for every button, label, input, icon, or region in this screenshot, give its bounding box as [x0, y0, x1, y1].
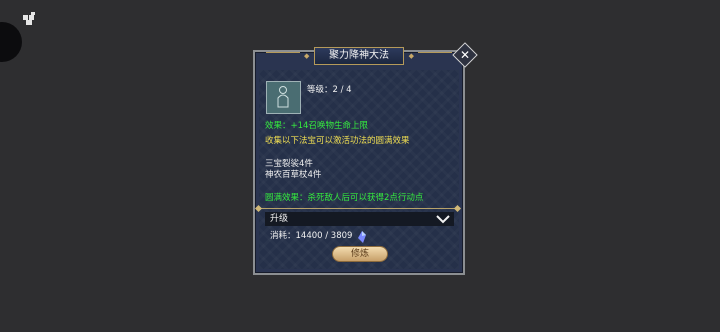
panel-title: 聚力降神大法 — [329, 50, 389, 61]
treasure-item: 神农百草杖4件 — [265, 170, 322, 180]
divider — [258, 208, 458, 209]
title-banner: ◆ ◆ 聚力降神大法 — [266, 47, 452, 65]
title-rule-left — [266, 52, 300, 53]
chevron-down-icon[interactable] — [436, 213, 450, 225]
gem-icon — [358, 231, 366, 243]
treasure-item: 三宝裂裟4件 — [265, 159, 313, 169]
train-button-label: 修炼 — [350, 249, 369, 259]
title-rule-right — [418, 52, 452, 53]
skill-avatar — [266, 81, 301, 114]
collect-text: 收集以下法宝可以激活功法的圆满效果 — [265, 136, 410, 146]
puzzle-icon[interactable] — [22, 12, 36, 26]
side-tab[interactable] — [0, 22, 22, 62]
cost-text: 消耗：14400 / 3809 — [270, 231, 353, 241]
close-icon[interactable]: ✕ — [456, 46, 474, 64]
train-button[interactable]: 修炼 — [332, 246, 388, 262]
figure-icon — [277, 86, 289, 108]
upgrade-dropdown[interactable]: 升级 — [265, 212, 454, 226]
perfect-effect-text: 圆满效果：杀死敌人后可以获得2点行动点 — [265, 193, 424, 203]
upgrade-label: 升级 — [270, 214, 289, 224]
level-text: 等级：2 / 4 — [307, 85, 352, 95]
effect-text: 效果：+14召唤物生命上限 — [265, 121, 368, 131]
